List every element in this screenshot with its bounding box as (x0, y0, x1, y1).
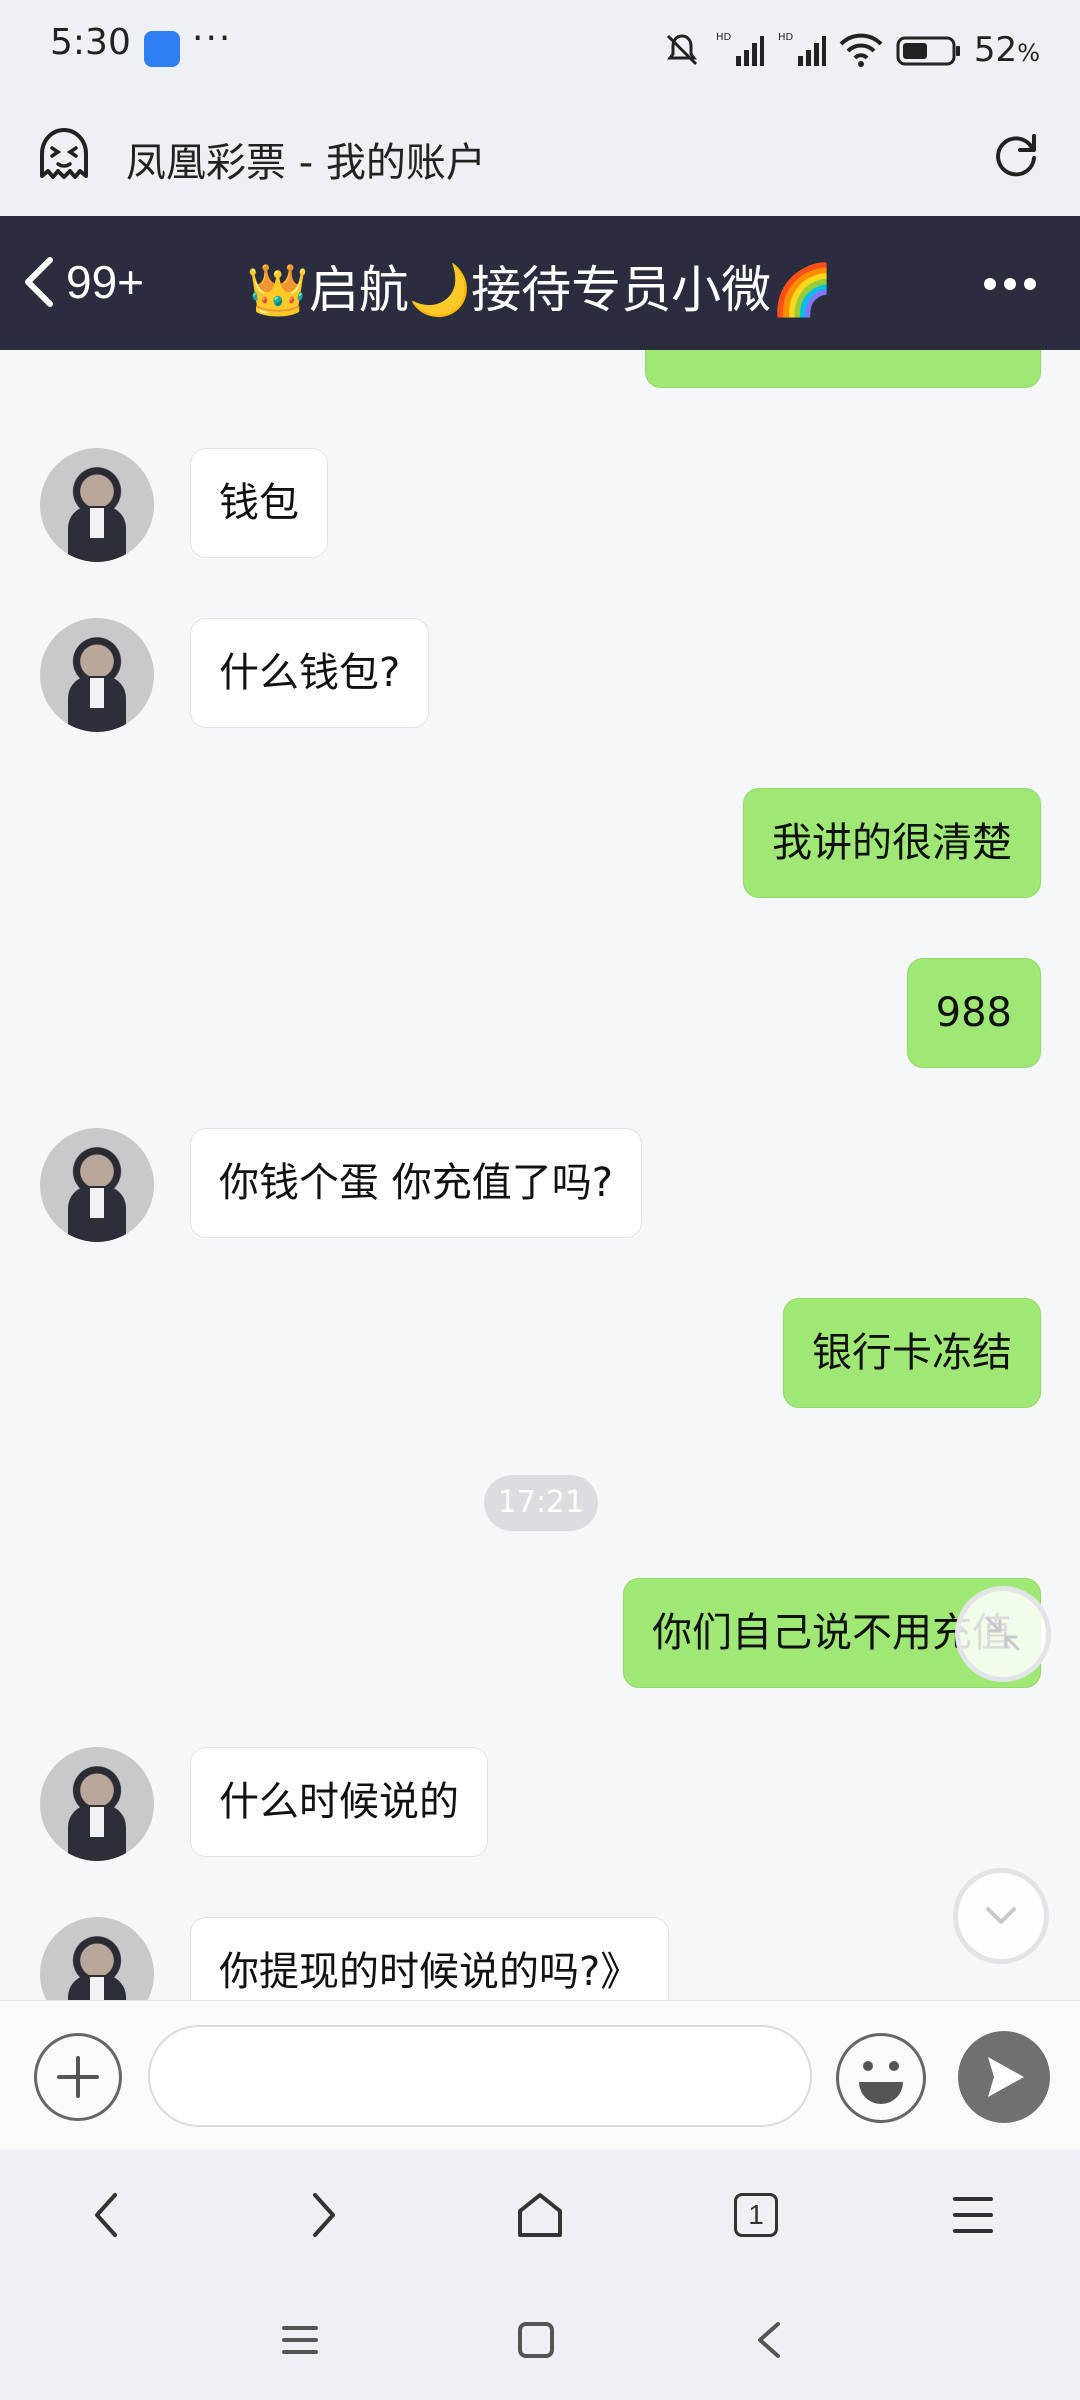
avatar[interactable] (40, 448, 154, 562)
battery-icon (896, 36, 960, 66)
svg-text:HD: HD (778, 32, 794, 43)
system-back-button[interactable] (740, 2310, 800, 2370)
avatar[interactable] (40, 1917, 154, 2000)
message-bubble: 什么时候说的 (190, 1747, 488, 1857)
square-icon (518, 2322, 554, 2358)
recent-apps-button[interactable] (270, 2310, 330, 2370)
message-bubble-cropped (645, 350, 1041, 388)
system-navigation-bar (0, 2280, 1080, 2400)
battery-percent: 52% (973, 30, 1040, 70)
menu-icon (282, 2326, 318, 2354)
avatar[interactable] (40, 1747, 154, 1861)
menu-icon (953, 2197, 993, 2233)
wifi-icon (839, 33, 883, 67)
message-bubble: 你提现的时候说的吗?》 (190, 1917, 670, 2000)
notification-app-icon (144, 31, 180, 67)
chevron-left-icon (758, 2322, 780, 2358)
tab-count: 1 (734, 2193, 778, 2237)
message-bubble: 我讲的很清楚 (743, 788, 1041, 898)
browser-menu-button[interactable] (938, 2180, 1008, 2250)
message-bubble: 988 (906, 958, 1041, 1068)
browser-home-button[interactable] (505, 2180, 575, 2250)
message-list[interactable]: 钱包 什么钱包? 我讲的很清楚 988 你钱个蛋 你充值了吗? 银行卡冻结 17… (0, 350, 1080, 2000)
browser-address-bar: 凤凰彩票 - 我的账户 (0, 98, 1080, 216)
chevron-down-icon[interactable] (953, 1868, 1049, 1964)
reload-icon[interactable] (988, 126, 1044, 186)
page-title[interactable]: 凤凰彩票 - 我的账户 (126, 130, 486, 188)
chevron-left-icon (95, 2193, 117, 2237)
message-bubble: 什么钱包? (190, 618, 430, 728)
status-bar: 5:30 ··· HD HD 52% (0, 0, 1080, 98)
send-icon[interactable] (958, 2031, 1050, 2123)
svg-text:HD: HD (716, 32, 732, 43)
chat-title: 👑启航🌙接待专员小微🌈 (246, 261, 834, 319)
plus-icon[interactable] (34, 2033, 122, 2121)
phone-screen: 5:30 ··· HD HD 52% 凤凰彩票 - 我的账户 99+ 👑启航🌙接… (0, 0, 1080, 2400)
browser-forward-button[interactable] (288, 2180, 358, 2250)
signal-icon-2: HD (778, 32, 826, 66)
browser-toolbar: 1 (0, 2150, 1080, 2280)
status-indicators: HD HD 52% (662, 28, 1040, 72)
message-bubble: 银行卡冻结 (783, 1298, 1041, 1408)
avatar[interactable] (40, 1128, 154, 1242)
status-time: 5:30 (50, 22, 131, 63)
timestamp-badge: 17:21 (484, 1475, 598, 1531)
message-input-bar (0, 2000, 1080, 2150)
collapse-icon[interactable] (955, 1586, 1051, 1682)
more-dots-icon[interactable] (984, 278, 1036, 290)
message-input[interactable] (148, 2025, 812, 2127)
emoji-icon[interactable] (836, 2033, 926, 2123)
signal-icon: HD (716, 32, 764, 66)
mute-icon (666, 34, 697, 66)
message-bubble: 钱包 (190, 448, 328, 558)
browser-back-button[interactable] (72, 2180, 142, 2250)
chevron-right-icon (313, 2193, 335, 2237)
status-more-dots: ··· (192, 18, 233, 59)
ghost-icon[interactable] (36, 124, 92, 188)
home-icon (518, 2193, 562, 2237)
home-button[interactable] (506, 2310, 566, 2370)
browser-tabs-button[interactable]: 1 (721, 2180, 791, 2250)
chat-header: 99+ 👑启航🌙接待专员小微🌈 (0, 216, 1080, 350)
avatar[interactable] (40, 618, 154, 732)
message-bubble: 你钱个蛋 你充值了吗? (190, 1128, 642, 1238)
